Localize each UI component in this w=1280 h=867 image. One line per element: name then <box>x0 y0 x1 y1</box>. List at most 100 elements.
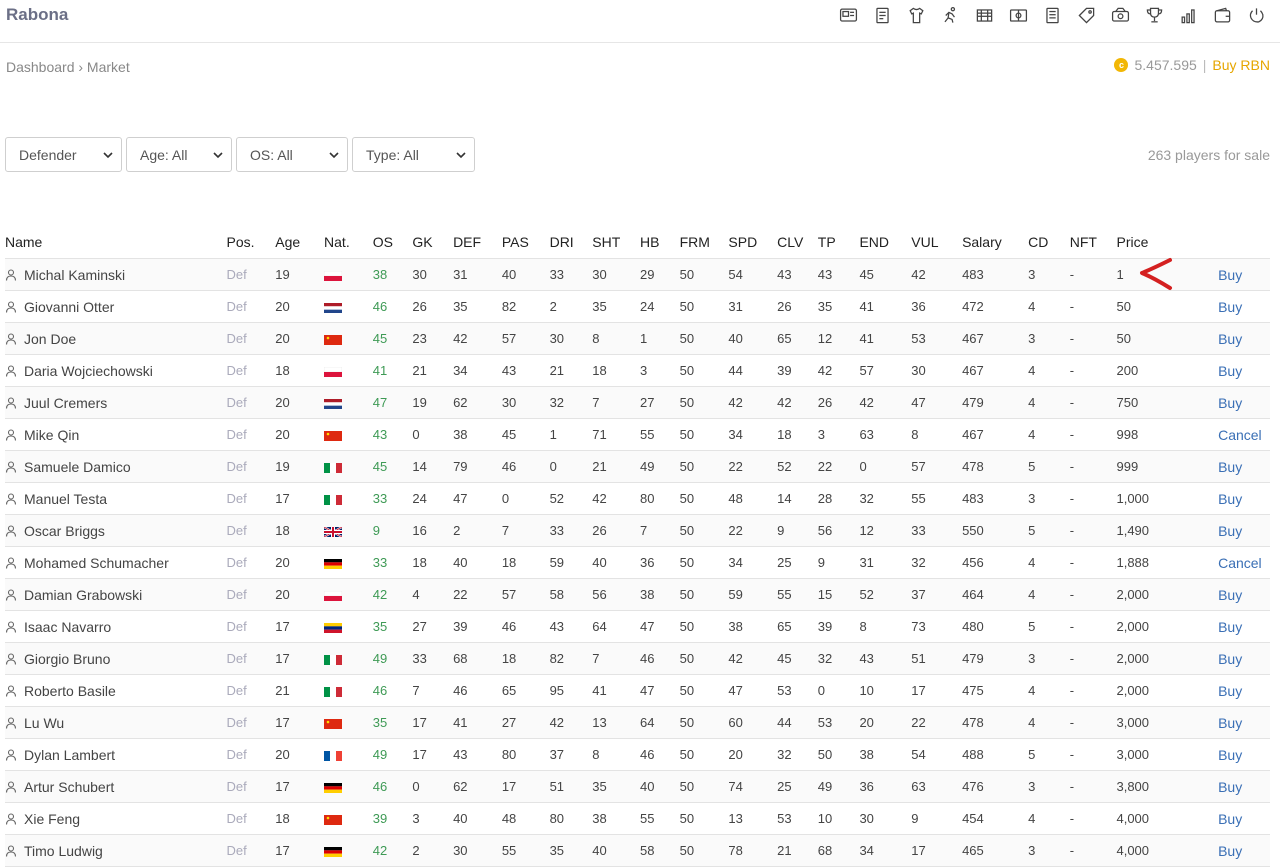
runner-icon[interactable] <box>938 5 962 25</box>
app-title[interactable]: Rabona <box>6 5 68 25</box>
player-name-link[interactable]: Giovanni Otter <box>24 299 114 315</box>
cell-salary: 478 <box>962 706 1029 739</box>
column-header-sht[interactable]: SHT <box>592 226 640 259</box>
buy-button[interactable]: Buy <box>1218 683 1242 699</box>
cell-name: Damian Grabowski <box>5 578 227 611</box>
cell-dri: 37 <box>549 738 593 771</box>
buy-button[interactable]: Buy <box>1218 651 1242 667</box>
column-header-end[interactable]: END <box>859 226 912 259</box>
column-header-cd[interactable]: CD <box>1028 226 1070 259</box>
player-name-link[interactable]: Isaac Navarro <box>24 619 111 635</box>
buy-button[interactable]: Buy <box>1218 747 1242 763</box>
player-name-link[interactable]: Roberto Basile <box>24 683 116 699</box>
position-select[interactable]: Defender <box>5 137 122 172</box>
column-header-pas[interactable]: PAS <box>501 226 550 259</box>
document-icon[interactable] <box>870 5 894 25</box>
player-name-link[interactable]: Michal Kaminski <box>24 267 125 283</box>
buy-button[interactable]: Buy <box>1218 299 1242 315</box>
column-header-tp[interactable]: TP <box>817 226 860 259</box>
column-header-clv[interactable]: CLV <box>777 226 818 259</box>
cell-clv: 18 <box>777 418 818 451</box>
player-name-link[interactable]: Daria Wojciechowski <box>24 363 153 379</box>
player-name-link[interactable]: Samuele Damico <box>24 459 131 475</box>
player-name-link[interactable]: Xie Feng <box>24 811 80 827</box>
cell-dri: 43 <box>549 610 593 643</box>
buy-button[interactable]: Buy <box>1218 587 1242 603</box>
age-select[interactable]: Age: All <box>126 137 232 172</box>
player-name-link[interactable]: Timo Ludwig <box>24 843 103 859</box>
buy-button[interactable]: Buy <box>1218 331 1242 347</box>
column-header-dri[interactable]: DRI <box>549 226 593 259</box>
column-header-price[interactable]: Price <box>1116 226 1219 259</box>
buy-button[interactable]: Buy <box>1218 459 1242 475</box>
player-name-link[interactable]: Lu Wu <box>24 715 64 731</box>
buy-button[interactable]: Buy <box>1218 619 1242 635</box>
player-name-link[interactable]: Dylan Lambert <box>24 747 115 763</box>
os-select-value: OS: All <box>250 146 293 163</box>
power-icon[interactable] <box>1244 5 1268 25</box>
buy-button[interactable]: Buy <box>1218 811 1242 827</box>
column-header-def[interactable]: DEF <box>453 226 502 259</box>
column-header-pos[interactable]: Pos. <box>226 226 276 259</box>
buy-button[interactable]: Buy <box>1218 779 1242 795</box>
buy-button[interactable]: Buy <box>1218 395 1242 411</box>
player-name-link[interactable]: Manuel Testa <box>24 491 107 507</box>
breadcrumb[interactable]: Dashboard › Market <box>6 59 130 75</box>
cell-action: Buy <box>1218 834 1270 867</box>
table-row: Juul Cremers Def 20 47 19 62 30 32 7 27 50 42 42 26 4… <box>5 386 1270 419</box>
jersey-icon[interactable] <box>904 5 928 25</box>
player-name-link[interactable]: Artur Schubert <box>24 779 114 795</box>
cell-tp: 56 <box>817 514 860 547</box>
buy-button[interactable]: Buy <box>1218 715 1242 731</box>
pitch-icon[interactable] <box>1006 5 1030 25</box>
player-name-link[interactable]: Jon Doe <box>24 331 76 347</box>
player-name-link[interactable]: Juul Cremers <box>24 395 107 411</box>
buy-button[interactable]: Buy <box>1218 267 1242 283</box>
column-header-frm[interactable]: FRM <box>679 226 729 259</box>
column-header-age[interactable]: Age <box>275 226 325 259</box>
type-select[interactable]: Type: All <box>352 137 475 172</box>
wallet-icon[interactable] <box>1210 5 1234 25</box>
tag-icon[interactable] <box>1074 5 1098 25</box>
table-header-row: Name Pos. Age Nat. OS GK DEF PAS DRI SHT HB FRM SPD C… <box>5 226 1270 259</box>
cell-pos: Def <box>226 514 276 547</box>
column-header-vul[interactable]: VUL <box>911 226 963 259</box>
cell-nat <box>324 642 373 675</box>
trophy-icon[interactable] <box>1142 5 1166 25</box>
column-header-nat[interactable]: Nat. <box>324 226 373 259</box>
stadium-icon[interactable] <box>972 5 996 25</box>
column-header-nft[interactable]: NFT <box>1069 226 1117 259</box>
player-name-link[interactable]: Mohamed Schumacher <box>24 555 169 571</box>
buy-button[interactable]: Buy <box>1218 491 1242 507</box>
player-name-link[interactable]: Oscar Briggs <box>24 523 105 539</box>
balance-separator: | <box>1202 57 1207 73</box>
flag-icon <box>324 526 343 537</box>
column-header-gk[interactable]: GK <box>412 226 454 259</box>
cell-nat <box>324 706 373 739</box>
column-header-name[interactable]: Name <box>5 226 227 259</box>
notes-icon[interactable] <box>1040 5 1064 25</box>
scout-card-icon[interactable] <box>836 5 860 25</box>
cell-def: 2 <box>453 514 502 547</box>
cell-clv: 26 <box>777 290 818 323</box>
money-icon[interactable] <box>1108 5 1132 25</box>
player-name-link[interactable]: Giorgio Bruno <box>24 651 110 667</box>
column-header-salary[interactable]: Salary <box>962 226 1029 259</box>
column-header-os[interactable]: OS <box>372 226 413 259</box>
buy-rbn-link[interactable]: Buy RBN <box>1212 57 1270 73</box>
player-name-link[interactable]: Damian Grabowski <box>24 587 142 603</box>
cell-gk: 27 <box>412 610 454 643</box>
buy-button[interactable]: Buy <box>1218 843 1242 859</box>
bar-chart-icon[interactable] <box>1176 5 1200 25</box>
buy-button[interactable]: Buy <box>1218 523 1242 539</box>
column-header-hb[interactable]: HB <box>640 226 680 259</box>
cancel-button[interactable]: Cancel <box>1218 555 1262 571</box>
buy-button[interactable]: Buy <box>1218 363 1242 379</box>
column-header-spd[interactable]: SPD <box>728 226 778 259</box>
cancel-button[interactable]: Cancel <box>1218 427 1262 443</box>
cell-salary: 467 <box>962 322 1029 355</box>
player-name-link[interactable]: Mike Qin <box>24 427 79 443</box>
cell-gk: 17 <box>412 738 454 771</box>
person-icon <box>5 364 17 377</box>
os-select[interactable]: OS: All <box>236 137 348 172</box>
